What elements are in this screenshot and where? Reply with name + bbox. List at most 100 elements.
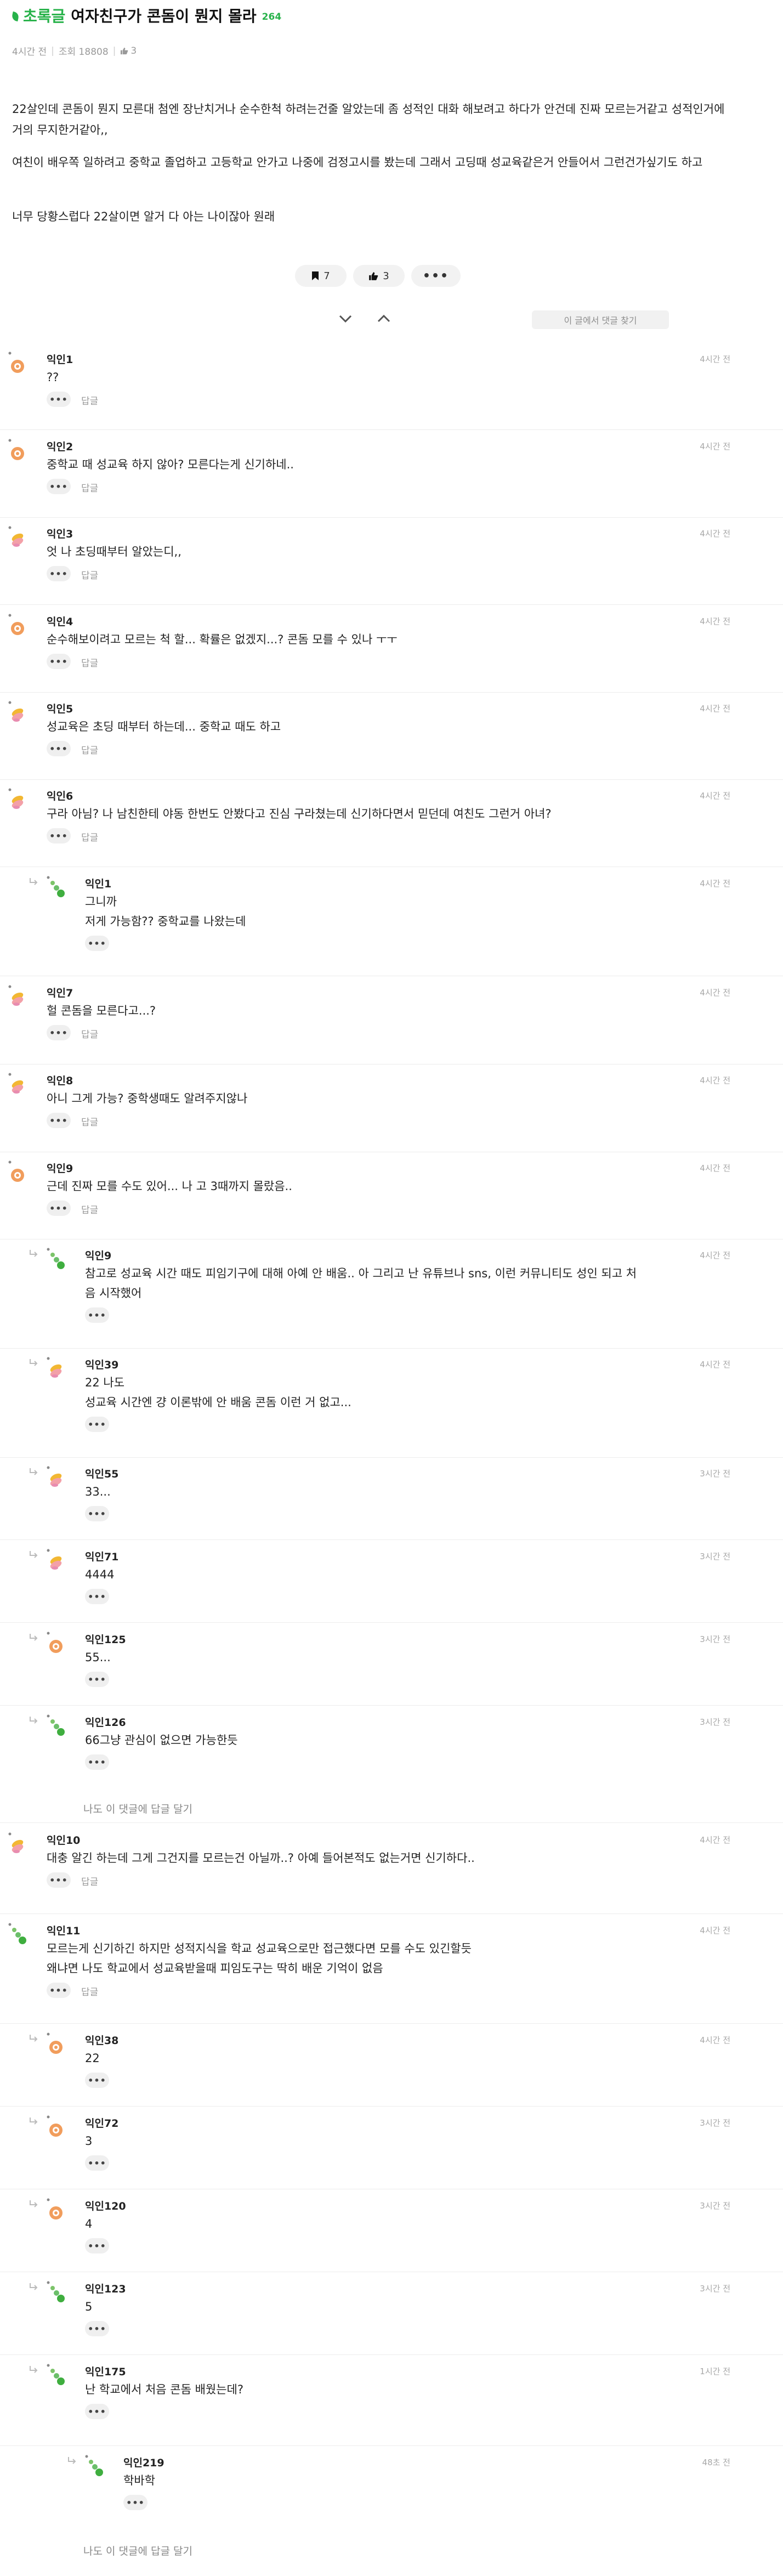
reply-to-comment-button[interactable]: 나도 이 댓글에 답글 달기 [83,1801,192,1816]
reply-button[interactable]: 답글 [81,1027,98,1040]
bookmark-button[interactable]: 7 [295,265,347,287]
comment-text: 근데 진짜 모를 수도 있어... 나 고 3때까지 몰랐음.. [47,1180,292,1193]
comment-more-button[interactable]: ••• [47,392,71,407]
reply-button[interactable]: 답글 [81,743,98,756]
comment-divider [0,604,783,605]
comment-more-button[interactable]: ••• [47,566,71,581]
comment-text: 구라 아님? 나 남친한테 야동 한번도 안봤다고 진심 구라쳤는데 신기하다면… [47,807,552,820]
comment-author[interactable]: 익인55 [85,1466,118,1481]
comment-author[interactable]: 익인4 [47,614,73,629]
like-button[interactable]: 3 [353,265,405,287]
comment-divider [0,2023,783,2024]
comment-more-button[interactable]: ••• [85,1506,109,1521]
post-header: 초록글 여자친구가 콘돔이 뭔지 몰라 264 [11,4,281,26]
comment-author[interactable]: 익인8 [47,1073,73,1088]
comment-text: 4444 [85,1568,115,1581]
comment-author[interactable]: 익인125 [85,1632,126,1646]
find-comment-button[interactable]: 이 글에서 댓글 찾기 [532,310,669,329]
comment-more-button[interactable]: ••• [85,936,109,951]
comment-text: 참고로 성교육 시간 때도 피임기구에 대해 아예 안 배움.. 아 그리고 난… [85,1267,637,1280]
reply-button[interactable]: 답글 [81,568,98,581]
avatar-icon [46,2032,66,2056]
comment-more-button[interactable]: ••• [47,1113,71,1128]
reply-button[interactable]: 답글 [81,1114,98,1128]
comment-more-button[interactable]: ••• [85,1754,109,1770]
reply-arrow-icon [29,1716,38,1725]
comment-more-button[interactable]: ••• [47,479,71,494]
comment-more-button[interactable]: ••• [85,2321,109,2336]
comment-divider [0,2354,783,2355]
comment-author[interactable]: 익인3 [47,526,73,541]
comment-time: 4시간 전 [700,988,730,998]
board-name[interactable]: 초록글 [23,4,65,26]
comment-time: 4시간 전 [700,1075,730,1085]
comment-more-button[interactable]: ••• [47,741,71,756]
comment-author[interactable]: 익인1 [85,876,111,891]
comment-more-button[interactable]: ••• [85,2238,109,2254]
comment-more-button[interactable]: ••• [85,1672,109,1687]
comment-author[interactable]: 익인71 [85,1549,118,1564]
comment-text: 엇 나 초딩때부터 알았는디,, [47,545,181,558]
avatar-icon [46,2363,66,2387]
reply-button[interactable]: 답글 [81,655,98,669]
reply-to-comment-button[interactable]: 나도 이 댓글에 답글 달기 [83,2543,192,2558]
comment-more-button[interactable]: ••• [47,828,71,843]
comment-author[interactable]: 익인10 [47,1832,80,1847]
comment-time: 4시간 전 [700,1360,730,1369]
comment-more-button[interactable]: ••• [85,2155,109,2171]
comment-time: 3시간 전 [700,1634,730,1644]
comment-author[interactable]: 익인6 [47,788,73,803]
reply-button[interactable]: 답글 [81,1874,98,1888]
comment-time: 4시간 전 [700,1835,730,1845]
more-options-button[interactable]: ••• [411,265,461,287]
comment-more-button[interactable]: ••• [85,2073,109,2088]
comment-more-button[interactable]: ••• [47,1201,71,1216]
avatar-icon [46,1247,66,1271]
comment-text: 66그냥 관심이 없으면 가능한듯 [85,1734,238,1747]
comment-time: 48초 전 [702,2458,730,2467]
comment-more-button[interactable]: ••• [47,654,71,669]
comment-author[interactable]: 익인1 [47,352,73,366]
comment-author[interactable]: 익인123 [85,2281,126,2296]
comment-author[interactable]: 익인126 [85,1714,126,1729]
comment-more-button[interactable]: ••• [47,1025,71,1040]
comment-author[interactable]: 익인72 [85,2115,118,2130]
comment-author[interactable]: 익인11 [47,1923,80,1938]
comment-more-button[interactable]: ••• [85,1307,109,1323]
comment-more-button[interactable]: ••• [85,1417,109,1432]
leaf-icon [11,9,21,22]
reply-button[interactable]: 답글 [81,830,98,843]
comment-author[interactable]: 익인7 [47,985,73,1000]
like-count: 3 [383,270,389,282]
comment-time: 4시간 전 [700,1163,730,1173]
comment-author[interactable]: 익인175 [85,2364,126,2379]
reply-button[interactable]: 답글 [81,1984,98,1998]
comment-more-button[interactable]: ••• [85,1589,109,1604]
comment-more-button[interactable]: ••• [47,1983,71,1998]
comment-time: 4시간 전 [700,704,730,714]
comment-divider [0,1913,783,1914]
chevron-down-icon[interactable] [337,313,354,325]
comment-more-button[interactable]: ••• [123,2495,147,2510]
comment-author[interactable]: 익인5 [47,701,73,716]
reply-button[interactable]: 답글 [81,480,98,494]
meta-divider: | [51,45,54,56]
comment-author[interactable]: 익인2 [47,439,73,454]
reply-button[interactable]: 답글 [81,1202,98,1216]
comment-author[interactable]: 익인219 [123,2455,164,2470]
comment-author[interactable]: 익인38 [85,2033,118,2047]
comment-more-button[interactable]: ••• [85,2404,109,2419]
comment-author[interactable]: 익인120 [85,2198,126,2213]
comment-text: 22 [85,2052,100,2065]
comment-text: 22 나도 [85,1376,125,1389]
post-paragraph: 너무 당황스럽다 22살이면 알거 다 아는 나이잖아 원래 [12,210,275,223]
reply-button[interactable]: 답글 [81,393,98,407]
comment-divider [0,1539,783,1540]
comment-author[interactable]: 익인9 [85,1248,111,1262]
comment-divider [0,1457,783,1458]
comment-author[interactable]: 익인39 [85,1357,118,1372]
chevron-up-icon[interactable] [376,313,392,325]
comment-divider [0,2106,783,2107]
comment-author[interactable]: 익인9 [47,1160,73,1175]
comment-more-button[interactable]: ••• [47,1872,71,1888]
